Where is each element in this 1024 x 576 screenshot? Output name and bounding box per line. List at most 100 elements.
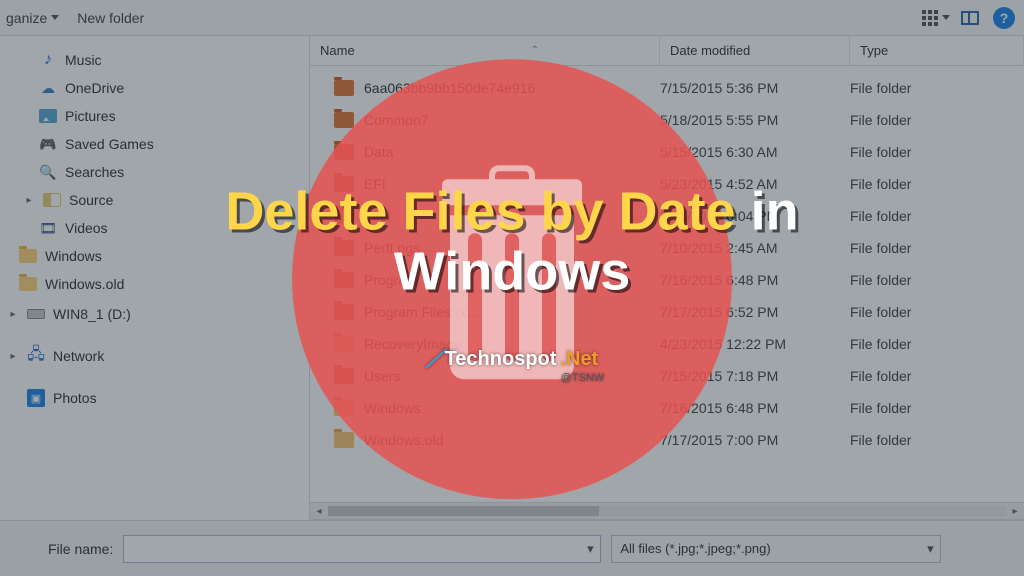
tree-item[interactable]: ♪Music bbox=[4, 46, 305, 74]
file-type: File folder bbox=[850, 144, 1024, 160]
folder-icon bbox=[334, 176, 354, 192]
file-date: 7/17/2015 6:52 PM bbox=[660, 304, 850, 320]
sort-ascending-icon: ⌃ bbox=[531, 45, 539, 56]
organize-label: ganize bbox=[6, 10, 47, 26]
chevron-right-icon: ▸ bbox=[23, 195, 35, 206]
tree-network[interactable]: ▸ 🖧 Network bbox=[4, 342, 305, 370]
file-name: EFI bbox=[364, 176, 386, 192]
tree-item[interactable]: Windows bbox=[4, 242, 305, 270]
tree-item[interactable]: 🔍Searches bbox=[4, 158, 305, 186]
scroll-right-icon[interactable]: ▸ bbox=[1006, 506, 1024, 517]
file-date: 7/15/2015 5:36 PM bbox=[660, 80, 850, 96]
drive-icon bbox=[27, 309, 45, 319]
column-header-type[interactable]: Type bbox=[850, 36, 1024, 65]
scroll-track[interactable] bbox=[328, 506, 1006, 516]
file-type-filter[interactable]: All files (*.jpg;*.jpeg;*.png) ▾ bbox=[611, 535, 941, 563]
filename-input[interactable] bbox=[124, 541, 580, 557]
filter-label: All files (*.jpg;*.jpeg;*.png) bbox=[620, 541, 770, 556]
tree-label: Saved Games bbox=[65, 136, 154, 152]
file-name: 6aa063bb9bb150de74e916 bbox=[364, 80, 535, 96]
file-date: 7/16/2015 6:48 PM bbox=[660, 272, 850, 288]
table-row[interactable]: Program Files (x…7/17/2015 6:52 PMFile f… bbox=[310, 296, 1024, 328]
tree-item[interactable]: ☁OneDrive bbox=[4, 74, 305, 102]
folder-icon bbox=[334, 112, 354, 128]
folder-icon bbox=[334, 80, 354, 96]
file-name: RecoveryImage bbox=[364, 336, 462, 352]
new-folder-button[interactable]: New folder bbox=[77, 10, 144, 26]
table-row[interactable]: RecoveryImage4/23/2015 12:22 PMFile fold… bbox=[310, 328, 1024, 360]
table-row[interactable]: Intel5/15/2015 6:04 PMFile folder bbox=[310, 200, 1024, 232]
file-name: Windows bbox=[364, 400, 421, 416]
column-header-date[interactable]: Date modified bbox=[660, 36, 850, 65]
table-row[interactable]: Data5/15/2015 6:30 AMFile folder bbox=[310, 136, 1024, 168]
help-icon: ? bbox=[993, 7, 1015, 29]
tree-item[interactable]: 🎞 Videos bbox=[4, 214, 305, 242]
file-date: 7/15/2015 7:18 PM bbox=[660, 368, 850, 384]
header-label: Date modified bbox=[670, 43, 750, 58]
file-type: File folder bbox=[850, 272, 1024, 288]
file-name: Common7 bbox=[364, 112, 429, 128]
new-folder-label: New folder bbox=[77, 10, 144, 26]
tree-drive[interactable]: ▸ WIN8_1 (D:) bbox=[4, 300, 305, 328]
tree-label: WIN8_1 (D:) bbox=[53, 306, 131, 322]
file-type: File folder bbox=[850, 240, 1024, 256]
filename-combo[interactable]: ▾ bbox=[123, 535, 601, 563]
column-headers: Name ⌃ Date modified Type bbox=[310, 36, 1024, 66]
table-row[interactable]: 6aa063bb9bb150de74e916 7/15/2015 5:36 PMF… bbox=[310, 72, 1024, 104]
tree-label: Source bbox=[69, 192, 113, 208]
folder-icon bbox=[334, 144, 354, 160]
table-row[interactable]: EFI 5/23/2015 4:52 AMFile folder bbox=[310, 168, 1024, 200]
chevron-down-icon[interactable]: ▾ bbox=[920, 541, 940, 557]
file-date: 5/23/2015 4:52 AM bbox=[660, 176, 850, 192]
tree-photos[interactable]: ▣ Photos bbox=[4, 384, 305, 412]
file-date: 5/18/2015 5:55 PM bbox=[660, 112, 850, 128]
file-name: Users bbox=[364, 368, 401, 384]
folder-icon bbox=[334, 400, 354, 416]
chevron-right-icon: ▸ bbox=[7, 309, 19, 320]
tree-label: Photos bbox=[53, 390, 97, 406]
organize-button[interactable]: ganize bbox=[6, 10, 59, 26]
table-row[interactable]: Common75/18/2015 5:55 PMFile folder bbox=[310, 104, 1024, 136]
file-name: Program Files (x… bbox=[364, 304, 481, 320]
file-list: 6aa063bb9bb150de74e9167/15/2015 5:36 PMF… bbox=[310, 66, 1024, 502]
horizontal-scrollbar[interactable]: ◂ ▸ bbox=[310, 502, 1024, 520]
tree-item[interactable]: Windows.old bbox=[4, 270, 305, 298]
file-name: Intel bbox=[364, 208, 390, 224]
chevron-down-icon[interactable]: ▾ bbox=[580, 541, 600, 557]
table-row[interactable]: Users7/15/2015 7:18 PMFile folder bbox=[310, 360, 1024, 392]
file-type: File folder bbox=[850, 432, 1024, 448]
scroll-left-icon[interactable]: ◂ bbox=[310, 506, 328, 517]
file-name: Program… bbox=[364, 272, 432, 288]
header-label: Type bbox=[860, 43, 888, 58]
file-type: File folder bbox=[850, 400, 1024, 416]
table-row[interactable]: Program… 7/16/2015 6:48 PMFile folder bbox=[310, 264, 1024, 296]
folder-icon bbox=[334, 272, 354, 288]
file-date: 7/16/2015 6:48 PM bbox=[660, 400, 850, 416]
gamepad-icon: 🎮 bbox=[39, 135, 57, 153]
folder-icon bbox=[334, 240, 354, 256]
table-row[interactable]: Windows.old7/17/2015 7:00 PMFile folder bbox=[310, 424, 1024, 456]
help-button[interactable]: ? bbox=[990, 4, 1018, 32]
tree-item[interactable]: ▸ Source bbox=[4, 186, 305, 214]
file-type: File folder bbox=[850, 80, 1024, 96]
tree-label: Network bbox=[53, 348, 104, 364]
scroll-thumb[interactable] bbox=[328, 506, 599, 516]
file-date: 7/17/2015 7:00 PM bbox=[660, 432, 850, 448]
tree-item[interactable]: Pictures bbox=[4, 102, 305, 130]
column-header-name[interactable]: Name ⌃ bbox=[310, 36, 660, 65]
chevron-down-icon bbox=[51, 15, 59, 20]
tree-label: Windows.old bbox=[45, 276, 124, 292]
preview-pane-button[interactable] bbox=[956, 4, 984, 32]
folder-icon bbox=[334, 304, 354, 320]
tree-item[interactable]: 🎮 Saved Games bbox=[4, 130, 305, 158]
folder-icon bbox=[19, 275, 37, 293]
video-icon: 🎞 bbox=[39, 219, 57, 237]
file-name: Data bbox=[364, 144, 394, 160]
tree-label: Videos bbox=[65, 220, 108, 236]
network-icon: 🖧 bbox=[27, 347, 45, 365]
table-row[interactable]: PerfLogs7/10/2015 2:45 AMFile folder bbox=[310, 232, 1024, 264]
view-options-button[interactable] bbox=[922, 4, 950, 32]
table-row[interactable]: Windows 7/16/2015 6:48 PMFile folder bbox=[310, 392, 1024, 424]
source-folder-icon bbox=[43, 191, 61, 209]
file-type: File folder bbox=[850, 176, 1024, 192]
